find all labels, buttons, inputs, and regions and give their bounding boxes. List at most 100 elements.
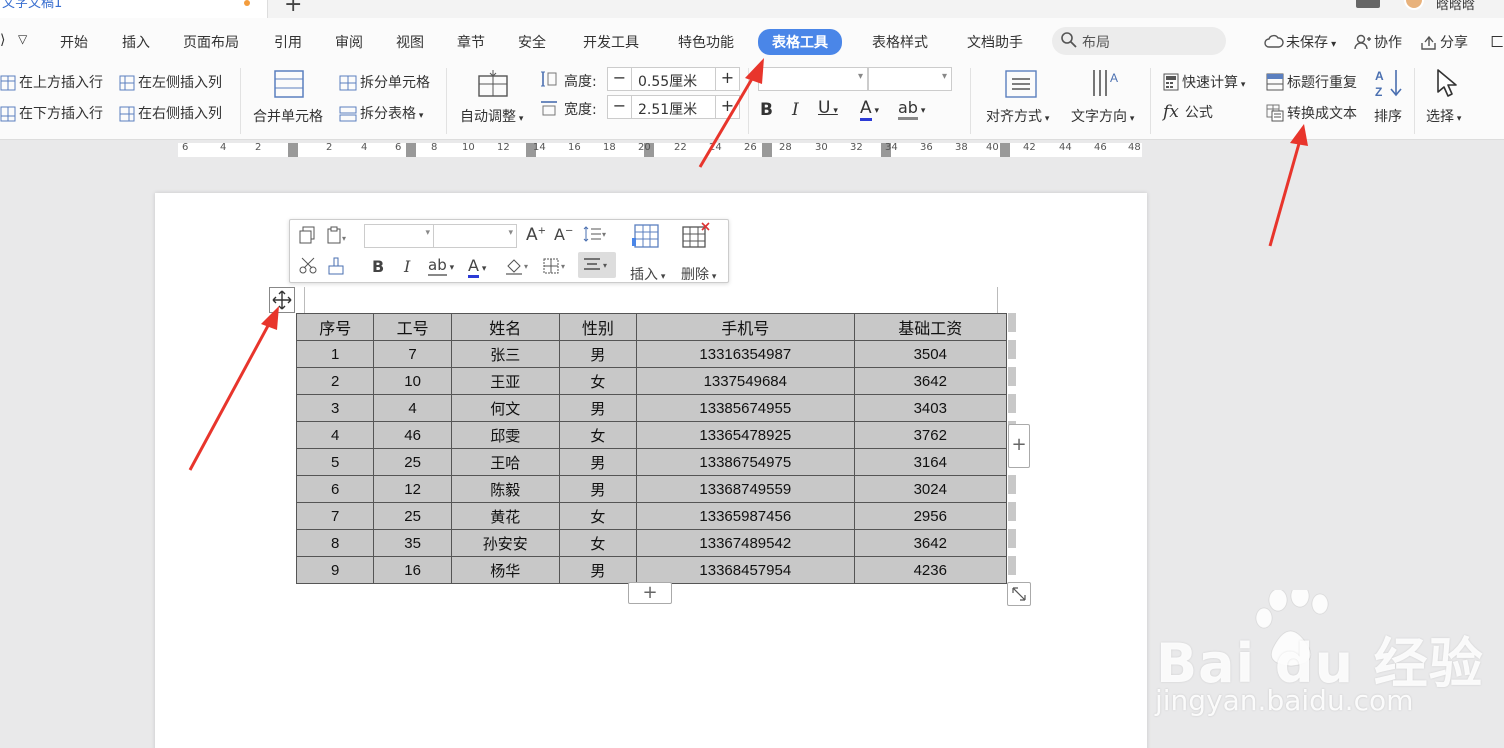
menu-doc-assistant[interactable]: 文档助手 (967, 32, 1023, 52)
italic-icon[interactable]: I (792, 100, 799, 120)
height-increase-button[interactable]: + (715, 68, 739, 90)
quick-calc-button[interactable]: 快速计算 ▾ (1163, 72, 1245, 92)
width-spinner[interactable]: − 2.51厘米 + (607, 95, 740, 119)
table-cell[interactable]: 3762 (853, 421, 1008, 449)
mini-delete-table-icon[interactable] (680, 222, 712, 254)
table-cell[interactable]: 13368749559 (636, 475, 855, 503)
avatar[interactable] (1404, 0, 1424, 10)
table-cell[interactable]: 2956 (853, 502, 1008, 530)
split-table-button[interactable]: 拆分表格 ▾ (339, 103, 423, 123)
collab-button[interactable]: 协作 (1354, 32, 1402, 52)
table-cell[interactable]: 2 (295, 367, 375, 395)
select-button[interactable]: 选择 ▾ (1426, 106, 1461, 126)
ruler-marker[interactable] (762, 143, 772, 157)
menu-view[interactable]: 视图 (396, 32, 424, 52)
table-cell[interactable]: 3642 (853, 367, 1008, 395)
add-column-button[interactable]: + (1008, 424, 1030, 468)
font-name-select[interactable] (758, 67, 868, 91)
table-cell[interactable]: 王亚 (450, 367, 560, 395)
table-cell[interactable]: 男 (558, 475, 638, 503)
table-cell[interactable]: 王哈 (450, 448, 560, 476)
table-cell[interactable]: 1 (295, 340, 375, 368)
mini-font-color-icon[interactable]: A ▾ (468, 256, 486, 278)
formula-button[interactable]: fx 公式 (1163, 102, 1213, 122)
mini-highlight-icon[interactable]: ab ▾ (428, 256, 454, 276)
table-cell[interactable]: 张三 (450, 340, 560, 368)
table-cell[interactable]: 男 (558, 394, 638, 422)
menu-references[interactable]: 引用 (274, 32, 302, 52)
table-cell[interactable]: 3504 (853, 340, 1008, 368)
header-cell[interactable]: 基础工资 (853, 313, 1008, 341)
add-row-button[interactable]: + (628, 582, 672, 604)
line-spacing-icon[interactable]: ▾ (582, 225, 608, 247)
ruler-marker[interactable] (406, 143, 416, 157)
menu-table-tools[interactable]: 表格工具 (758, 29, 842, 55)
mini-insert-table-icon[interactable] (632, 222, 660, 254)
table-cell[interactable]: 男 (558, 448, 638, 476)
header-cell[interactable]: 工号 (373, 313, 452, 341)
insert-row-below-button[interactable]: 在下方插入行 (0, 103, 103, 123)
table-cell[interactable]: 3403 (853, 394, 1008, 422)
convert-to-text-button[interactable]: 转换成文本 (1266, 103, 1357, 123)
table-cell[interactable]: 5 (295, 448, 375, 476)
insert-col-left-button[interactable]: 在左侧插入列 (119, 72, 222, 92)
table-cell[interactable]: 10 (373, 367, 452, 395)
split-cells-button[interactable]: 拆分单元格 (339, 72, 430, 92)
underline-icon[interactable]: U ▾ (818, 98, 838, 118)
search-box[interactable]: 布局 (1052, 27, 1226, 55)
table-cell[interactable]: 孙安安 (450, 529, 560, 557)
table-cell[interactable]: 3642 (853, 529, 1008, 557)
table-cell[interactable]: 男 (558, 556, 638, 584)
mini-insert-label[interactable]: 插入 ▾ (630, 264, 665, 284)
table-cell[interactable]: 3 (295, 394, 375, 422)
ruler-marker[interactable] (1000, 143, 1010, 157)
width-decrease-button[interactable]: − (608, 96, 632, 118)
table-cell[interactable]: 4236 (853, 556, 1008, 584)
table-cell[interactable]: 3024 (853, 475, 1008, 503)
table-cell[interactable]: 黄花 (450, 502, 560, 530)
unsaved-button[interactable]: 未保存 ▾ (1264, 32, 1336, 52)
menu-review[interactable]: 审阅 (335, 32, 363, 52)
menu-security[interactable]: 安全 (518, 32, 546, 52)
header-cell[interactable]: 手机号 (636, 313, 855, 341)
height-decrease-button[interactable]: − (608, 68, 632, 90)
mini-bold-icon[interactable]: B (372, 257, 384, 276)
menu-collapse-icon[interactable]: ⟩ (0, 32, 5, 48)
table-cell[interactable]: 1337549684 (636, 367, 855, 395)
align-button[interactable]: 对齐方式 ▾ (986, 106, 1049, 126)
table-cell[interactable]: 8 (295, 529, 375, 557)
table-cell[interactable]: 13365987456 (636, 502, 855, 530)
table-cell[interactable]: 13367489542 (636, 529, 855, 557)
table-cell[interactable]: 7 (373, 340, 452, 368)
table-cell[interactable]: 13365478925 (636, 421, 855, 449)
share-button[interactable]: 分享 (1420, 32, 1468, 52)
table-cell[interactable]: 6 (295, 475, 375, 503)
bold-icon[interactable]: B (760, 100, 773, 120)
sort-button[interactable]: 排序 (1374, 106, 1402, 126)
table-cell[interactable]: 女 (558, 502, 638, 530)
table-cell[interactable]: 25 (373, 502, 452, 530)
table-cell[interactable]: 7 (295, 502, 375, 530)
ruler-marker[interactable] (288, 143, 298, 157)
height-spinner[interactable]: − 0.55厘米 + (607, 67, 740, 91)
table-move-handle[interactable] (269, 287, 295, 313)
menu-insert[interactable]: 插入 (122, 32, 150, 52)
mini-font-name-select[interactable] (364, 224, 434, 248)
menu-features[interactable]: 特色功能 (678, 32, 734, 52)
insert-col-right-button[interactable]: 在右侧插入列 (119, 103, 222, 123)
menu-section[interactable]: 章节 (457, 32, 485, 52)
new-tab-icon[interactable]: + (284, 0, 302, 17)
table-cell[interactable]: 4 (373, 394, 452, 422)
table-cell[interactable]: 16 (373, 556, 452, 584)
mini-align-button[interactable]: ▾ (578, 252, 616, 278)
table-cell[interactable]: 邱雯 (450, 421, 560, 449)
table-cell[interactable]: 3164 (853, 448, 1008, 476)
insert-row-above-button[interactable]: 在上方插入行 (0, 72, 103, 92)
title-repeat-button[interactable]: 标题行重复 (1266, 72, 1357, 92)
table-cell[interactable]: 13386754975 (636, 448, 855, 476)
header-cell[interactable]: 性别 (558, 313, 638, 341)
table-cell[interactable]: 陈毅 (450, 475, 560, 503)
height-value[interactable]: 0.55厘米 (638, 71, 697, 91)
table-cell[interactable]: 13385674955 (636, 394, 855, 422)
width-value[interactable]: 2.51厘米 (638, 99, 697, 119)
